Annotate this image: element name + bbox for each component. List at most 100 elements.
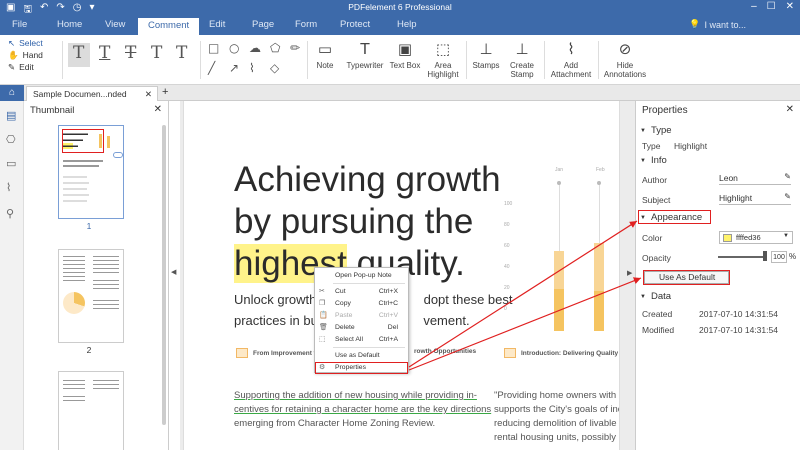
rectangle-icon[interactable]: □ bbox=[208, 41, 219, 55]
menu-delete[interactable]: 🗑 Delete Del bbox=[315, 322, 408, 333]
document-tab[interactable]: Sample Documen...nded ✕ bbox=[26, 86, 158, 101]
cloud-icon[interactable]: ☁ bbox=[249, 41, 261, 55]
line-icon[interactable]: ╱ bbox=[208, 61, 215, 75]
stamps-button[interactable]: ⊥ Stamps bbox=[470, 41, 502, 71]
menu-open-popup-note[interactable]: Open Pop-up Note bbox=[315, 270, 408, 281]
close-icon[interactable]: ✕ bbox=[786, 1, 794, 12]
edit-pencil-icon[interactable]: ✎ bbox=[784, 192, 791, 201]
opacity-slider[interactable] bbox=[718, 256, 766, 258]
headline-line-1: Achieving growth bbox=[234, 160, 501, 199]
insert-text-tool-icon[interactable]: T bbox=[176, 43, 187, 63]
eraser-icon[interactable]: ◇ bbox=[270, 61, 279, 75]
menu-comment[interactable]: Comment bbox=[138, 18, 200, 35]
replace-text-tool-icon[interactable]: T bbox=[151, 43, 162, 63]
copy-shortcut: Ctrl+C bbox=[378, 300, 398, 307]
menu-protect[interactable]: Protect bbox=[340, 19, 370, 30]
thumbnail-line bbox=[63, 256, 85, 257]
subheading-line-2-right: vement. bbox=[423, 313, 470, 328]
collapse-right-icon[interactable]: ▶ bbox=[627, 269, 632, 277]
home-tab-icon[interactable]: ⌂ bbox=[0, 85, 24, 101]
oval-icon[interactable]: ○ bbox=[229, 41, 239, 55]
thumbnail-line bbox=[63, 384, 85, 385]
menu-form[interactable]: Form bbox=[295, 19, 317, 30]
search-box[interactable]: 💡 I want to... bbox=[689, 19, 746, 30]
menu-copy[interactable]: ❐ Copy Ctrl+C bbox=[315, 298, 408, 309]
underline-tool-icon[interactable]: T bbox=[99, 43, 110, 63]
right-collapse-strip: ▶ bbox=[625, 101, 635, 450]
note-label: Note bbox=[316, 61, 334, 70]
thumbnail-panel-icon[interactable]: ▤ bbox=[6, 109, 16, 122]
add-attachment-button[interactable]: ⌇ Add Attachment bbox=[548, 41, 594, 80]
close-panel-icon[interactable]: ✕ bbox=[786, 104, 794, 115]
new-tab-icon[interactable]: + bbox=[162, 86, 168, 98]
info-section-header[interactable]: ▼ Info bbox=[640, 155, 667, 166]
menu-use-as-default[interactable]: Use as Default bbox=[315, 350, 408, 361]
menu-separator bbox=[333, 283, 405, 284]
arrow-icon[interactable]: ↗ bbox=[229, 61, 239, 75]
maximize-icon[interactable]: ☐ bbox=[767, 1, 776, 12]
use-default-label: Use as Default bbox=[335, 352, 380, 359]
thumbnail-line bbox=[63, 160, 103, 162]
search-icon[interactable]: ⚲ bbox=[6, 207, 14, 220]
delete-shortcut: Del bbox=[387, 324, 398, 331]
color-label: Color bbox=[642, 233, 663, 243]
bookmark-icon[interactable]: ⎔ bbox=[6, 133, 16, 146]
menu-help[interactable]: Help bbox=[397, 19, 417, 30]
chart-dot bbox=[597, 181, 601, 185]
section-icon bbox=[236, 348, 248, 358]
thumbnail-line bbox=[93, 300, 119, 301]
polyline-icon[interactable]: ⌇ bbox=[249, 61, 255, 75]
pencil-icon[interactable]: ✏ bbox=[290, 41, 300, 55]
page-thumbnail-2[interactable] bbox=[58, 249, 124, 343]
create-stamp-button[interactable]: ⊥ Create Stamp bbox=[506, 41, 538, 80]
title-bar: ▣ 🖫 ↶ ↷ ◷ ▾ PDFelement 6 Professional – … bbox=[0, 0, 800, 16]
thumbnail-scrollbar[interactable] bbox=[162, 125, 166, 425]
edit-pencil-icon[interactable]: ✎ bbox=[784, 172, 791, 181]
thumbnail-line bbox=[63, 260, 85, 261]
highlight-text-tool-icon[interactable]: T bbox=[73, 43, 84, 63]
comment-panel-icon[interactable]: ▭ bbox=[6, 157, 16, 170]
strikethrough-tool-icon[interactable]: T bbox=[125, 43, 136, 63]
opacity-input[interactable]: 100 bbox=[771, 251, 787, 263]
info-section-label: Info bbox=[650, 155, 667, 166]
window-controls: – ☐ ✕ bbox=[751, 1, 794, 12]
attachment-panel-icon[interactable]: ⌇ bbox=[6, 181, 11, 194]
data-section-header[interactable]: ▼ Data bbox=[640, 291, 671, 302]
thumbnail-chart-bar bbox=[99, 134, 102, 148]
menu-page[interactable]: Page bbox=[252, 19, 274, 30]
hand-mode[interactable]: ✋ Hand bbox=[8, 49, 43, 61]
thumbnail-line bbox=[93, 380, 119, 381]
appearance-callout-box bbox=[638, 210, 711, 224]
opacity-slider-handle[interactable] bbox=[763, 251, 767, 261]
divider bbox=[307, 41, 308, 79]
hide-annotations-button[interactable]: ⊘ Hide Annotations bbox=[602, 41, 648, 80]
menu-file[interactable]: File bbox=[12, 19, 27, 30]
note-button[interactable]: ▭ Note bbox=[312, 41, 338, 71]
subject-field[interactable]: Highlight ✎ bbox=[719, 192, 791, 205]
menu-edit[interactable]: Edit bbox=[209, 19, 225, 30]
color-picker[interactable]: ffffed36 ▼ bbox=[719, 231, 793, 244]
area-highlight-button[interactable]: ⬚ Area Highlight bbox=[424, 41, 462, 80]
type-section-header[interactable]: ▼ Type bbox=[640, 125, 672, 136]
thumbnail-highlight-box bbox=[62, 129, 104, 153]
close-tab-icon[interactable]: ✕ bbox=[145, 89, 152, 100]
select-mode[interactable]: ↖ Select bbox=[8, 37, 43, 49]
menu-home[interactable]: Home bbox=[57, 19, 82, 30]
thumbnail-line bbox=[93, 272, 119, 273]
menu-paste[interactable]: 📋 Paste Ctrl+V bbox=[315, 310, 408, 321]
close-panel-icon[interactable]: ✕ bbox=[154, 104, 162, 115]
typewriter-button[interactable]: T Typewriter bbox=[340, 41, 390, 71]
author-field[interactable]: Leon ✎ bbox=[719, 172, 791, 185]
document-tab-label: Sample Documen...nded bbox=[33, 89, 127, 99]
minimize-icon[interactable]: – bbox=[751, 1, 757, 12]
menu-cut[interactable]: ✂ Cut Ctrl+X bbox=[315, 286, 408, 297]
polygon-icon[interactable]: ⬠ bbox=[270, 41, 280, 55]
textbox-button[interactable]: ▣ Text Box bbox=[388, 41, 422, 71]
menu-view[interactable]: View bbox=[105, 19, 125, 30]
edit-mode[interactable]: ✎ Edit bbox=[8, 61, 43, 73]
page-thumbnail-1[interactable]: ▬▬▬▬▬ ▬▬▬▬ ▬▬▬ bbox=[58, 125, 124, 219]
menu-select-all[interactable]: ⬚ Select All Ctrl+A bbox=[315, 334, 408, 345]
menu-bar: File Home View Comment Edit Page Form Pr… bbox=[0, 16, 800, 35]
page-thumbnail-3[interactable] bbox=[58, 371, 124, 450]
collapse-left-icon[interactable]: ◀ bbox=[171, 268, 176, 276]
